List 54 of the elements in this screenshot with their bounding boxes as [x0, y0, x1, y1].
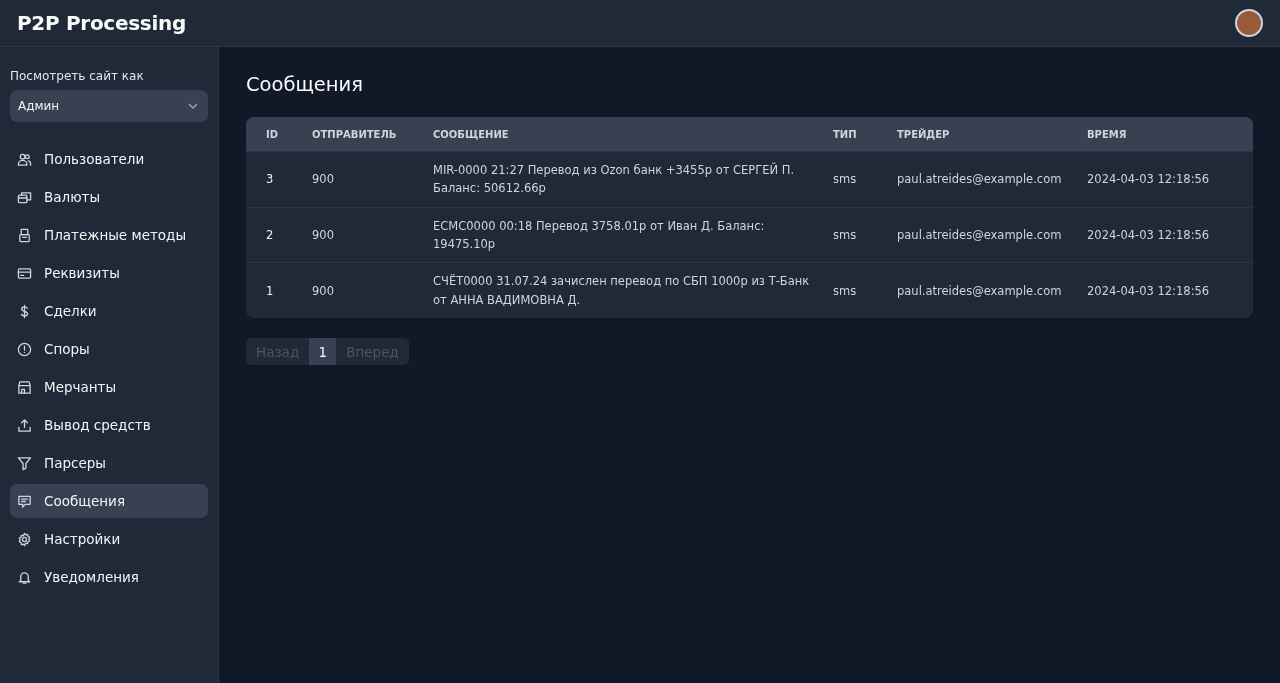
- sidebar-item[interactable]: Вывод средств: [10, 408, 208, 442]
- table-cell: paul.atreides@example.com: [891, 151, 1081, 208]
- sidebar-item[interactable]: Сделки: [10, 294, 208, 328]
- page-number-button[interactable]: 1: [309, 338, 337, 366]
- sidebar-item[interactable]: Пользователи: [10, 142, 208, 176]
- column-header: ОТПРАВИТЕЛЬ: [306, 117, 427, 152]
- sidebar-item[interactable]: Настройки: [10, 522, 208, 556]
- users-icon: [17, 151, 32, 167]
- table-cell: 900: [306, 151, 427, 208]
- chevron-icon: [188, 103, 198, 109]
- table-cell: sms: [827, 151, 891, 208]
- table-cell: sms: [827, 207, 891, 263]
- bell-icon: [17, 569, 32, 585]
- table-cell: ECMC0000 00:18 Перевод 3758.01р от Иван Д. Баланс: 19475.10р: [427, 207, 827, 263]
- sidebar-item[interactable]: Сообщения: [10, 484, 208, 518]
- sidebar-item[interactable]: Споры: [10, 332, 208, 366]
- column-header: СООБЩЕНИЕ: [427, 117, 827, 152]
- upload-icon: [17, 417, 32, 433]
- sidebar-item[interactable]: Реквизиты: [10, 256, 208, 290]
- table-cell: 2: [246, 207, 306, 263]
- sidebar-item[interactable]: Парсеры: [10, 446, 208, 480]
- column-header: ID: [246, 117, 306, 152]
- table-cell: 900: [306, 262, 427, 319]
- table-cell: 2024-04-03 12:18:56: [1081, 262, 1253, 319]
- table-cell: sms: [827, 262, 891, 319]
- avatar[interactable]: [1235, 9, 1263, 37]
- filter-icon: [17, 455, 32, 471]
- table-cell: 1: [246, 262, 306, 319]
- page-title: Сообщения: [246, 73, 365, 97]
- card-icon: [17, 265, 32, 281]
- chat-icon: [17, 493, 32, 509]
- app-title: P2P Processing: [17, 10, 186, 37]
- alert-circle-icon: [17, 341, 32, 357]
- view-as-select[interactable]: Админ: [10, 90, 208, 122]
- table-cell: paul.atreides@example.com: [891, 207, 1081, 263]
- table-cell: 900: [306, 207, 427, 263]
- table-cell: 2024-04-03 12:18:56: [1081, 151, 1253, 208]
- table-cell: paul.atreides@example.com: [891, 262, 1081, 319]
- sidebar-item[interactable]: Мерчанты: [10, 370, 208, 404]
- column-header: ВРЕМЯ: [1081, 117, 1253, 152]
- view-as-label: Посмотреть сайт как: [10, 68, 145, 85]
- storefront-icon: [17, 379, 32, 395]
- column-header: ТИП: [827, 117, 891, 152]
- sidebar-item[interactable]: Валюты: [10, 180, 208, 214]
- sidebar-item[interactable]: Платежные методы: [10, 218, 208, 252]
- column-header: ТРЕЙДЕР: [891, 117, 1081, 152]
- gear-icon: [17, 531, 32, 547]
- table-cell: MIR-0000 21:27 Перевод из Ozon банк +3455р от СЕРГЕЙ П. Баланс: 50612.66р: [427, 151, 827, 208]
- sidebar-item[interactable]: Уведомления: [10, 560, 208, 594]
- cards-icon: [17, 189, 32, 205]
- table-cell: 2024-04-03 12:18:56: [1081, 207, 1253, 263]
- table-cell: 3: [246, 151, 306, 208]
- register-icon: [17, 227, 32, 243]
- table-cell: СЧЁТ0000 31.07.24 зачислен перевод по СБП 1000р из Т-Банк от АННА ВАДИМОВНА Д.: [427, 262, 827, 319]
